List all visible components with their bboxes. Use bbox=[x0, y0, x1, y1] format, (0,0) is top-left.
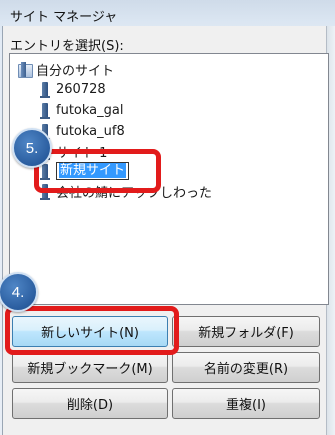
new-bookmark-button[interactable]: 新規ブックマーク(M) bbox=[12, 352, 168, 383]
highlight-new-site bbox=[5, 306, 179, 355]
tree-item-label: futoka_uf8 bbox=[56, 123, 125, 139]
delete-button[interactable]: 削除(D) bbox=[12, 388, 168, 419]
step-5-badge: 5. bbox=[12, 128, 52, 168]
window-title: サイト マネージャ bbox=[10, 10, 118, 25]
tree-item-label: 260728 bbox=[56, 81, 106, 97]
tree-item-260728[interactable]: 260728 bbox=[40, 80, 106, 98]
new-folder-button[interactable]: 新規フォルダ(F) bbox=[172, 316, 320, 347]
duplicate-button[interactable]: 重複(I) bbox=[172, 388, 320, 419]
site-icon bbox=[40, 102, 50, 119]
title-bar[interactable]: サイト マネージャ bbox=[0, 0, 335, 26]
tree-item-label: futoka_gal bbox=[56, 102, 124, 118]
rename-button[interactable]: 名前の変更(R) bbox=[172, 352, 320, 383]
tree-root-my-sites[interactable]: 自分のサイト bbox=[18, 60, 115, 79]
tree-item-futoka-uf8[interactable]: futoka_uf8 bbox=[40, 122, 125, 140]
entry-select-label: エントリを選択(S): bbox=[10, 39, 124, 54]
highlight-rename-field bbox=[34, 149, 161, 193]
folder-icon bbox=[18, 61, 33, 78]
tree-item-futoka-gal[interactable]: futoka_gal bbox=[40, 101, 124, 119]
tree-root-label: 自分のサイト bbox=[36, 63, 115, 79]
site-icon bbox=[40, 81, 50, 98]
